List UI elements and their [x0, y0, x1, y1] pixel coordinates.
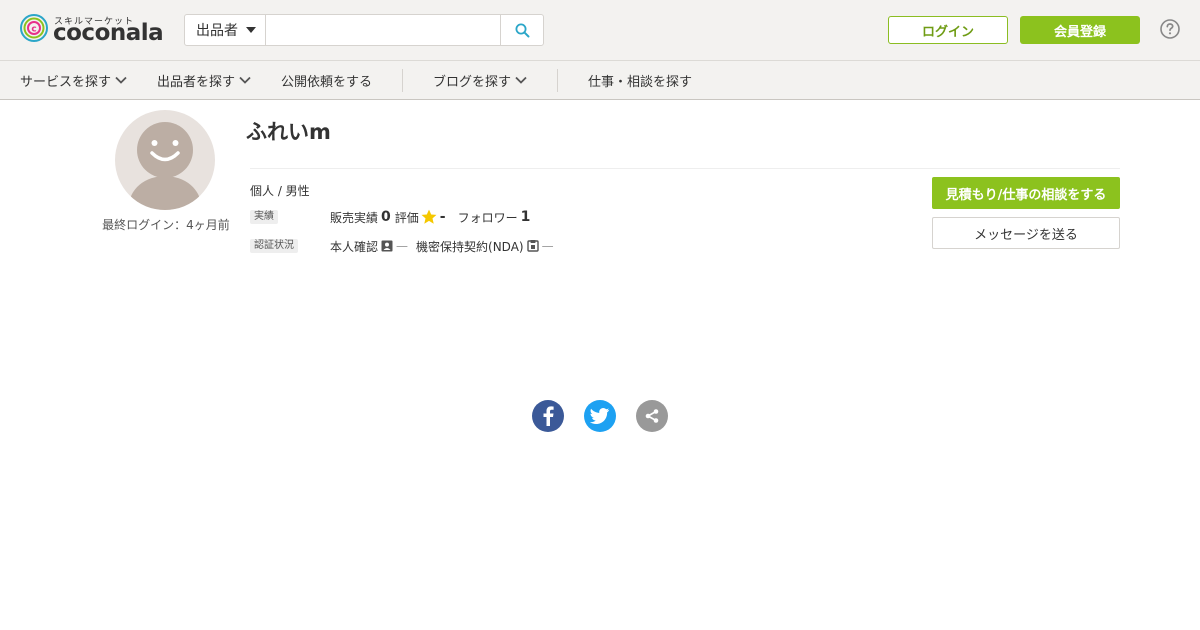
- nav-item-find-sellers[interactable]: 出品者を探す: [157, 61, 251, 99]
- verification-tag: 認証状況: [250, 239, 298, 253]
- rating-label: 評価: [394, 210, 419, 225]
- coconala-logo[interactable]: c スキルマーケット coconala: [20, 12, 165, 50]
- share-icon: [645, 409, 659, 423]
- chevron-down-icon: [515, 76, 527, 84]
- question-circle-icon[interactable]: [1160, 19, 1180, 39]
- sales-label: 販売実績: [330, 210, 379, 225]
- nav-item-label: 公開依頼をする: [281, 74, 373, 90]
- record-tag: 実績: [250, 210, 278, 224]
- caret-down-icon: [246, 27, 256, 33]
- last-login-text: 最終ログイン：4ヶ月前: [102, 218, 230, 232]
- record-row: 販売実績 0 評価 - フォロワー 1: [330, 207, 534, 227]
- request-quote-button[interactable]: 見積もり/仕事の相談をする: [932, 177, 1120, 209]
- search-bar: 出品者: [184, 14, 544, 46]
- follower-label[interactable]: フォロワー: [458, 209, 518, 226]
- login-button[interactable]: ログイン: [888, 16, 1008, 44]
- chevron-down-icon: [239, 76, 251, 84]
- profile-divider: [250, 168, 1120, 169]
- follower-value[interactable]: 1: [521, 209, 531, 225]
- generic-share-button[interactable]: [636, 400, 668, 432]
- search-category-select[interactable]: 出品者: [185, 15, 266, 45]
- twitter-icon: [590, 408, 610, 424]
- facebook-icon: [543, 406, 554, 426]
- rating-value: -: [439, 209, 446, 225]
- logo-wordmark: coconala: [53, 20, 164, 46]
- search-input[interactable]: [267, 15, 501, 45]
- nav-item-label: サービスを探す: [20, 74, 112, 90]
- nda-document-icon: [526, 240, 539, 252]
- register-button[interactable]: 会員登録: [1020, 16, 1140, 44]
- nav-item-label: ブログを探す: [433, 74, 512, 90]
- verification-row: 本人確認 — 機密保持契約(NDA) —: [330, 236, 554, 256]
- nav-item-public-request[interactable]: 公開依頼をする: [281, 61, 372, 99]
- global-nav: サービスを探す 出品者を探す 公開依頼をする ブログを探す 仕事・相談を探す: [0, 61, 1200, 100]
- twitter-share-button[interactable]: [584, 400, 616, 432]
- nda-label: 機密保持契約(NDA): [416, 239, 524, 254]
- nav-item-find-services[interactable]: サービスを探す: [20, 61, 127, 99]
- nav-divider: [402, 69, 403, 92]
- svg-text:c: c: [31, 25, 36, 35]
- nav-item-find-blogs[interactable]: ブログを探す: [433, 61, 527, 99]
- search-button[interactable]: [500, 15, 543, 45]
- profile-name: ふれいm: [246, 120, 331, 144]
- facebook-share-button[interactable]: [532, 400, 564, 432]
- nav-item-find-jobs[interactable]: 仕事・相談を探す: [588, 61, 692, 99]
- site-header: c スキルマーケット coconala 出品者 ログイン 会員登録: [0, 0, 1200, 61]
- logo-mark-icon: c: [20, 14, 48, 42]
- id-card-icon: [381, 240, 393, 252]
- avatar: [115, 110, 215, 210]
- nda-status: —: [541, 239, 554, 253]
- send-message-button[interactable]: メッセージを送る: [932, 217, 1120, 249]
- search-icon: [515, 23, 529, 37]
- identity-label: 本人確認: [330, 239, 379, 254]
- nav-item-label: 仕事・相談を探す: [588, 74, 693, 90]
- identity-status: —: [396, 239, 409, 253]
- nav-divider: [557, 69, 558, 92]
- star-icon: [421, 209, 437, 224]
- profile-type-gender: 個人 / 男性: [250, 184, 310, 198]
- search-category-label: 出品者: [196, 23, 238, 39]
- nav-item-label: 出品者を探す: [157, 74, 236, 90]
- default-user-icon: [129, 122, 201, 210]
- sales-value: 0: [381, 209, 391, 225]
- chevron-down-icon: [115, 76, 127, 84]
